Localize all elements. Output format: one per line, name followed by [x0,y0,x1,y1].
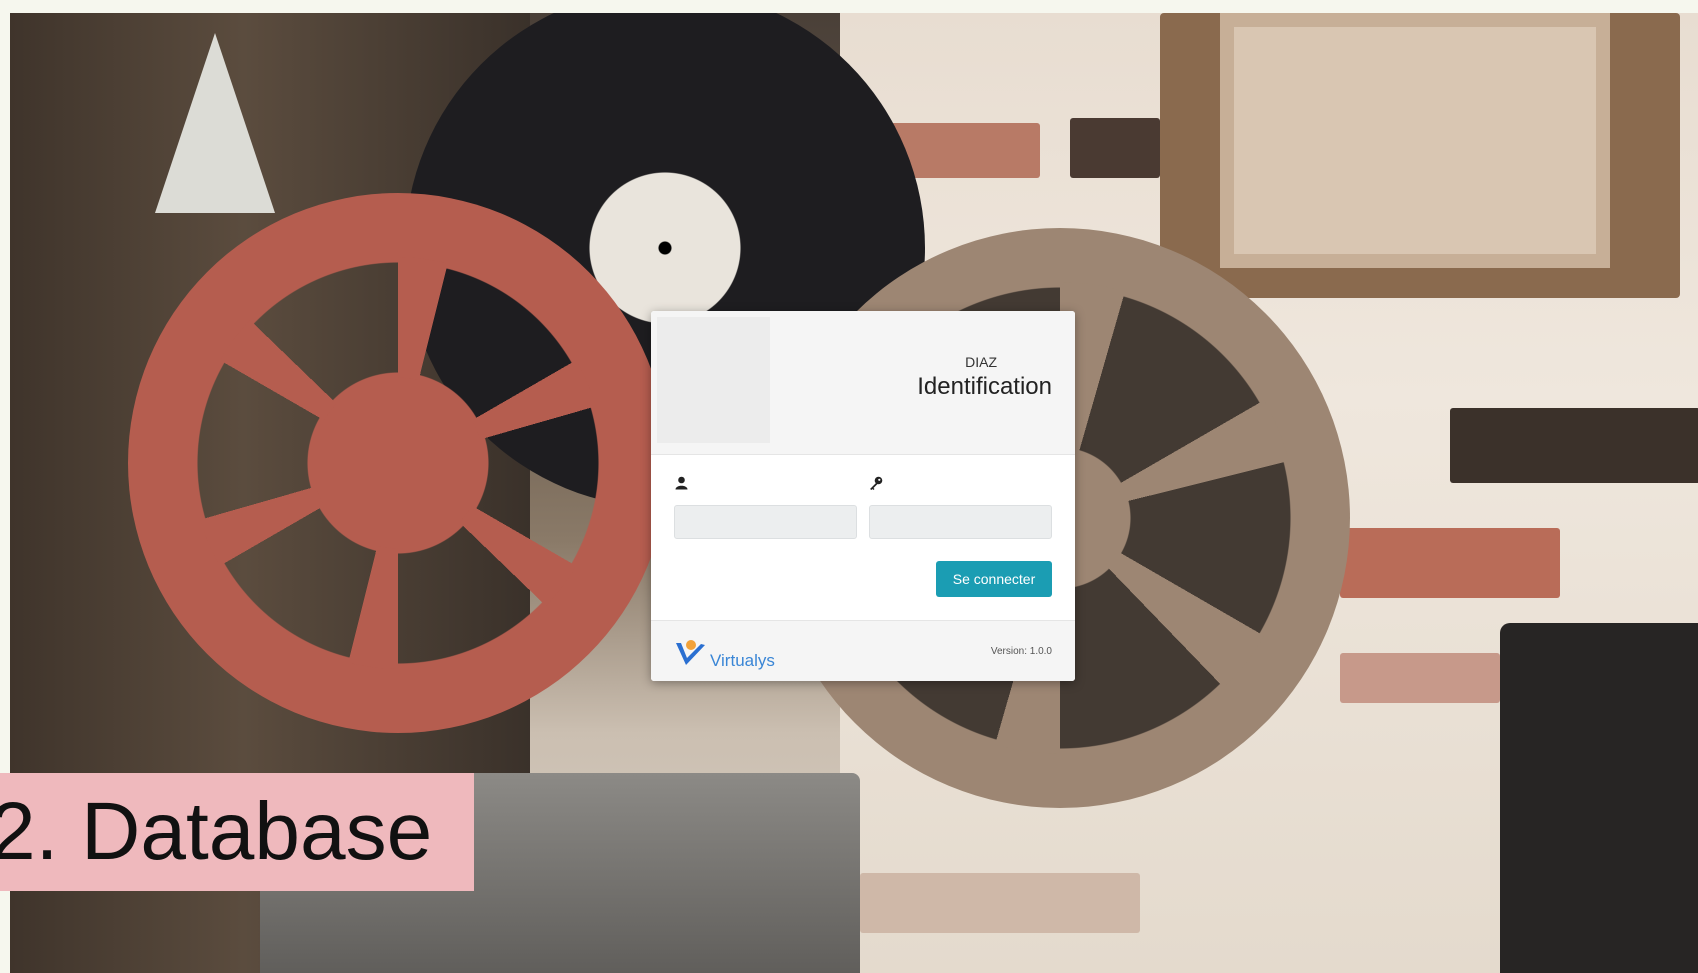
app-name: DIAZ [965,354,997,370]
login-card-footer: Virtualys Version: 1.0.0 [651,620,1075,681]
brick-decoration [1070,118,1160,178]
key-icon [869,476,883,495]
brick-decoration [1340,653,1500,703]
user-icon [675,476,688,495]
brick-decoration [1340,528,1560,598]
login-card-header: DIAZ Identification [651,311,1075,455]
brick-decoration [860,873,1140,933]
password-input[interactable] [869,505,1052,539]
login-button[interactable]: Se connecter [936,561,1052,597]
brick-decoration [1450,408,1698,483]
login-title: Identification [917,373,1052,400]
picture-frame-inner [1220,13,1610,268]
virtualys-mark-icon [676,640,705,665]
version-label: Version: 1.0.0 [990,646,1052,657]
christmas-tree-ornament [155,33,275,213]
caption-text: 2. Database [0,786,433,877]
camera-right [1500,623,1698,973]
login-card: DIAZ Identification Se connecter Virtual… [651,311,1075,681]
brand-name: Virtualys [710,651,775,670]
film-reel-red [128,193,668,733]
caption-banner: 2. Database [0,773,474,891]
app-logo-placeholder [657,317,770,443]
virtualys-logo: Virtualys [674,635,775,671]
username-input[interactable] [674,505,857,539]
